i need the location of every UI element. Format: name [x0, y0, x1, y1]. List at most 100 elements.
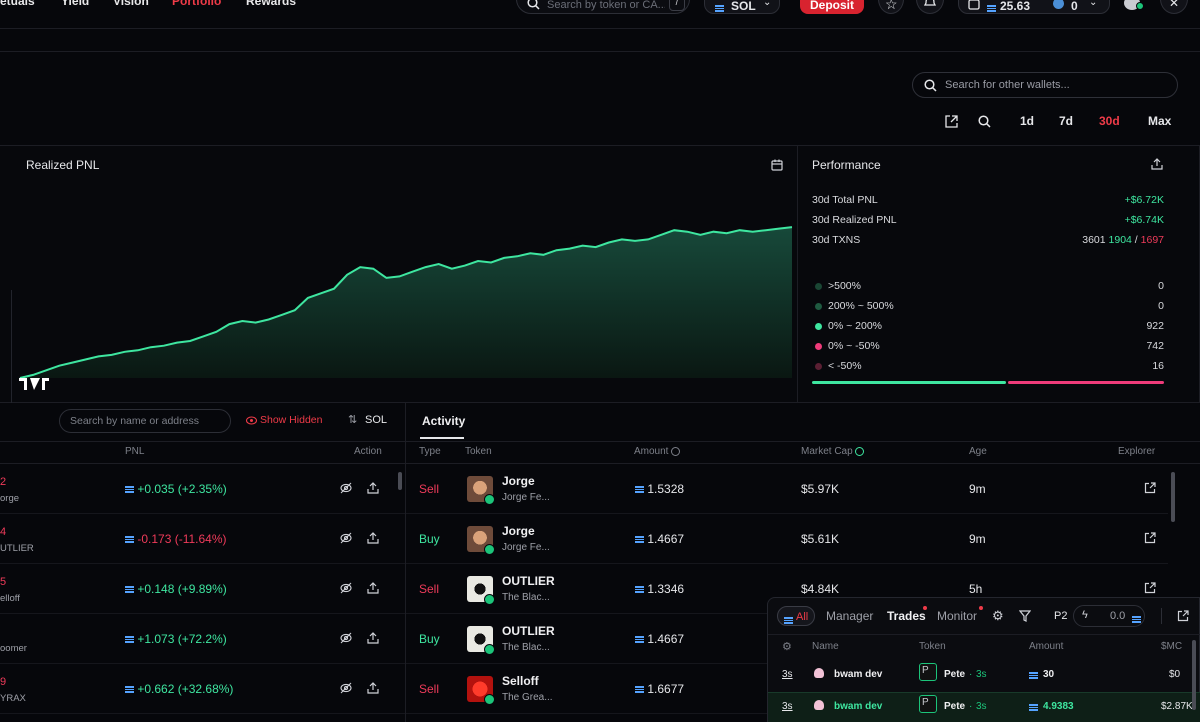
perf-txns-sells: 1697	[1140, 234, 1164, 246]
holding-row[interactable]: 5 elloff +0.148 (+9.89%)	[0, 564, 405, 614]
holding-name: YRAX	[0, 693, 26, 704]
perf-total-pnl-value: +$6.72K	[1124, 194, 1164, 206]
wallet-balance-pill[interactable]: 25.63 0 ⌄	[958, 0, 1110, 14]
trades-scrollbar[interactable]	[1192, 640, 1196, 710]
share-icon[interactable]	[367, 682, 379, 694]
holding-row[interactable]: 4 UTLIER -0.173 (-11.64%)	[0, 514, 405, 564]
holding-row[interactable]: oomer +1.073 (+72.2%)	[0, 614, 405, 664]
wallet-search-input[interactable]: Search for other wallets...	[912, 72, 1178, 98]
nav-vision[interactable]: Vision	[113, 0, 149, 8]
profile-avatar[interactable]	[1122, 0, 1144, 14]
holding-pnl-value: +0.662 (+32.68%)	[137, 682, 234, 696]
activity-scrollbar[interactable]	[1171, 472, 1175, 522]
share-icon[interactable]	[367, 582, 379, 594]
nav-yield[interactable]: Yield	[61, 0, 89, 8]
holding-row[interactable]: 2 orge +0.035 (+2.35%)	[0, 464, 405, 514]
bucket-count: 0	[1158, 280, 1164, 292]
hide-eye-icon[interactable]	[340, 682, 352, 694]
online-status-dot	[1136, 2, 1144, 10]
external-link-icon[interactable]	[1144, 582, 1156, 594]
perf-txns-separator: /	[1134, 234, 1138, 246]
bucket-label: < -50%	[828, 360, 862, 372]
gear-icon[interactable]: ⚙	[782, 640, 792, 653]
token-symbol[interactable]: Pete	[944, 669, 965, 680]
trades-popup: All Manager Trades Monitor ⚙ P2 ϟ 0.0 ⚙ …	[767, 597, 1200, 722]
trade-amount: 1.4667	[635, 632, 684, 646]
share-icon[interactable]	[1151, 158, 1163, 170]
trade-row[interactable]: 3s bwam dev P Pete · 3s 30 $0	[768, 661, 1200, 691]
sol-icon	[125, 686, 134, 694]
nav-rewards[interactable]: Rewards	[246, 0, 296, 8]
trader-name[interactable]: bwam dev	[834, 669, 882, 680]
trade-row[interactable]: 3s bwam dev P Pete · 3s 4.9383 $2.87K	[768, 692, 1200, 722]
tab-monitor[interactable]: Monitor	[937, 609, 977, 623]
tab-manager[interactable]: Manager	[826, 609, 873, 623]
token-age: 3s	[976, 669, 987, 680]
hide-eye-icon[interactable]	[340, 482, 352, 494]
tab-all[interactable]: All	[777, 606, 815, 626]
range-7d[interactable]: 7d	[1059, 114, 1073, 128]
show-hidden-label: Show Hidden	[260, 414, 323, 426]
range-max[interactable]: Max	[1148, 114, 1171, 128]
top-nav: etuals Yield Vision Portfolio Rewards Se…	[0, 0, 1200, 20]
global-search-input[interactable]: Search by token or CA... /	[516, 0, 690, 14]
refresh-icon[interactable]	[855, 446, 865, 456]
bucket-row: 200% ~ 500% 0	[812, 300, 1164, 314]
token-symbol[interactable]: Selloff	[502, 674, 539, 688]
activity-header-divider	[406, 441, 1200, 442]
token-symbol[interactable]: OUTLIER	[502, 624, 555, 638]
external-link-icon[interactable]	[1144, 532, 1156, 544]
toolbar-divider	[1161, 608, 1162, 624]
activity-row[interactable]: Buy Jorge Jorge Fe... 1.4667 $5.61K 9m	[406, 514, 1168, 564]
holding-amount: 4	[0, 526, 7, 538]
ghost-icon	[814, 668, 824, 678]
external-link-icon[interactable]	[1177, 610, 1189, 622]
share-link-icon[interactable]	[945, 115, 958, 128]
tab-activity[interactable]: Activity	[422, 414, 465, 428]
perf-realized-pnl: 30d Realized PNL +$6.74K	[812, 214, 1164, 228]
preset-selector[interactable]: P2	[1054, 610, 1067, 622]
currency-coin-icon	[671, 446, 681, 456]
token-symbol[interactable]: OUTLIER	[502, 574, 555, 588]
external-link-icon[interactable]	[1144, 482, 1156, 494]
share-icon[interactable]	[367, 482, 379, 494]
deposit-button[interactable]: Deposit	[800, 0, 864, 14]
nav-perpetuals[interactable]: etuals	[0, 0, 35, 8]
share-icon[interactable]	[367, 532, 379, 544]
range-30d[interactable]: 30d	[1099, 114, 1120, 128]
holdings-search-input[interactable]: Search by name or address	[59, 409, 231, 433]
search-icon[interactable]	[978, 115, 991, 128]
nav-portfolio[interactable]: Portfolio	[172, 0, 221, 8]
chain-selector[interactable]: SOL ⌄	[704, 0, 780, 14]
quick-buy-value: 0.0	[1110, 610, 1126, 622]
token-symbol[interactable]: Jorge	[502, 524, 535, 538]
monitor-notification-dot	[979, 606, 983, 610]
perf-txns-values: 3601 1904 / 1697	[1082, 234, 1164, 246]
holding-name: UTLIER	[0, 543, 34, 554]
tab-trades[interactable]: Trades	[887, 609, 926, 623]
perf-txns: 30d TXNS 3601 1904 / 1697	[812, 234, 1164, 248]
activity-row[interactable]: Sell Jorge Jorge Fe... 1.5328 $5.97K 9m	[406, 464, 1168, 514]
holding-pnl-value: -0.173 (-11.64%)	[137, 532, 227, 546]
bucket-dot	[815, 363, 822, 370]
share-icon[interactable]	[367, 632, 379, 644]
holding-row[interactable]: 9 YRAX +0.662 (+32.68%)	[0, 664, 405, 714]
trade-age: 9m	[969, 482, 986, 496]
trader-name[interactable]: bwam dev	[834, 701, 882, 712]
holding-pnl: +0.035 (+2.35%)	[125, 482, 227, 496]
token-name: The Blac...	[502, 592, 550, 603]
trade-type: Buy	[419, 632, 440, 646]
token-symbol[interactable]: Pete	[944, 701, 965, 712]
quick-buy-amount[interactable]: ϟ 0.0	[1073, 605, 1145, 627]
filter-icon[interactable]	[1019, 610, 1031, 622]
range-1d[interactable]: 1d	[1020, 114, 1034, 128]
token-symbol[interactable]: Jorge	[502, 474, 535, 488]
notifications-button[interactable]	[916, 0, 944, 14]
hide-eye-icon[interactable]	[340, 532, 352, 544]
hide-eye-icon[interactable]	[340, 632, 352, 644]
perf-realized-pnl-label: 30d Realized PNL	[812, 214, 897, 226]
gear-icon[interactable]: ⚙	[992, 608, 1004, 624]
settings-tools-button[interactable]: ✕	[1160, 0, 1188, 14]
watchlist-star-button[interactable]: ☆	[878, 0, 904, 14]
hide-eye-icon[interactable]	[340, 582, 352, 594]
